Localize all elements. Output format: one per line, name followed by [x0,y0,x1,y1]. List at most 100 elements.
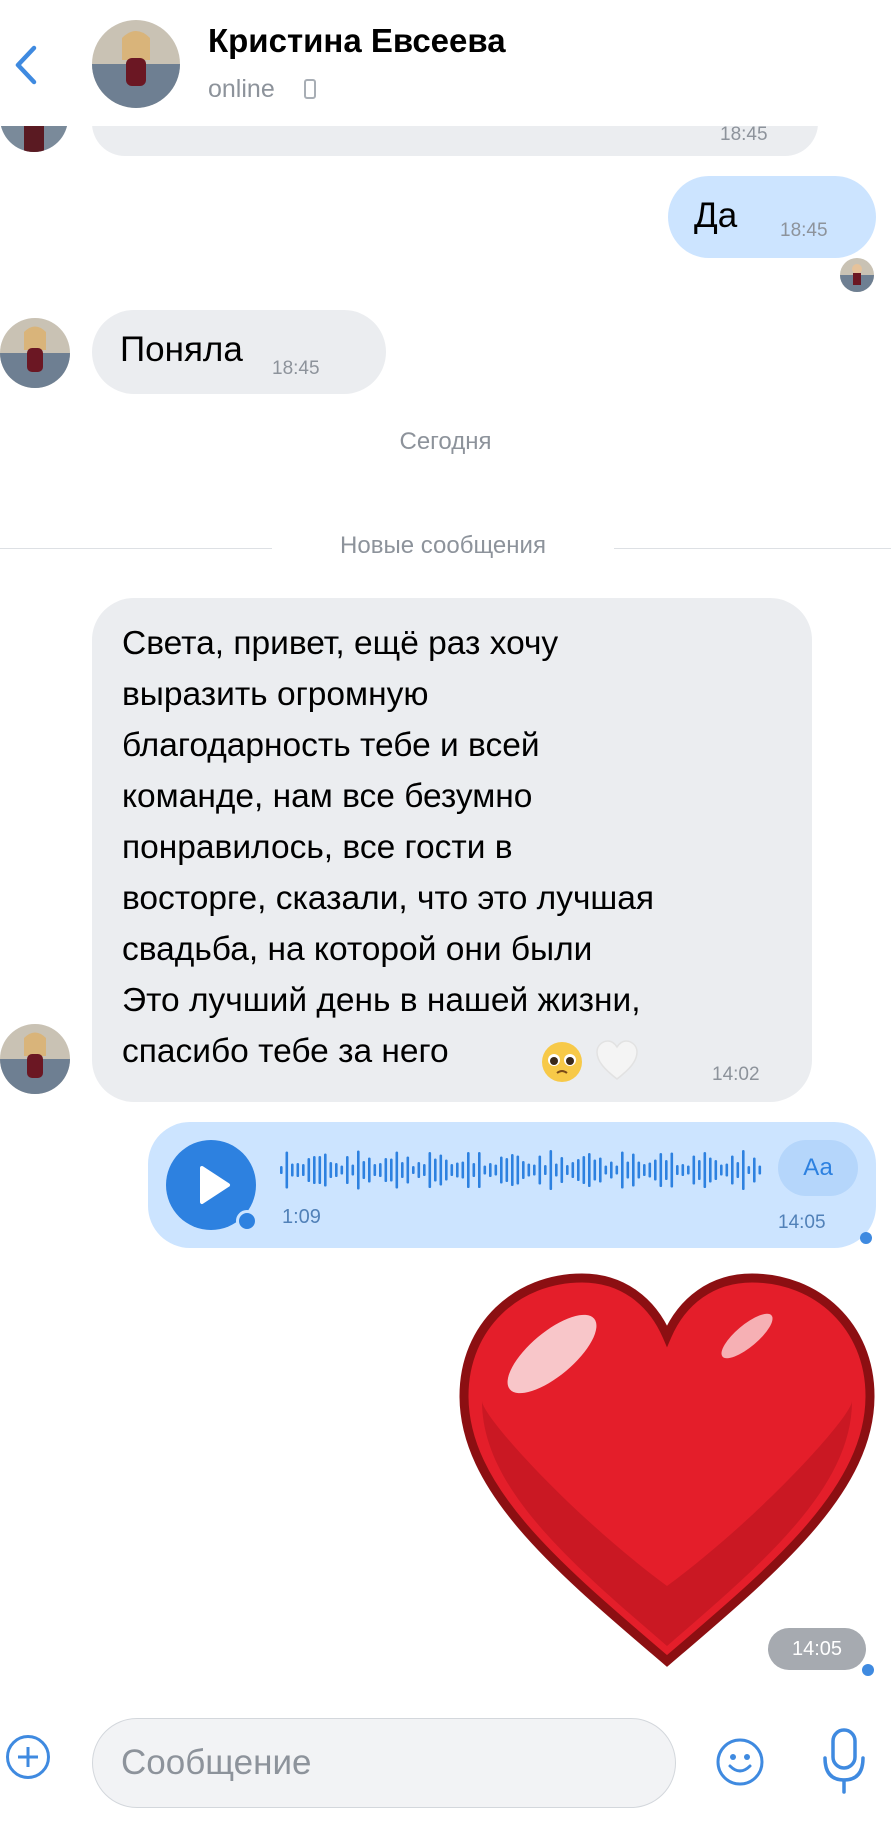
waveform-bar [428,1152,432,1188]
waveform-bar [313,1156,316,1184]
contact-name[interactable]: Кристина Евсеева [208,22,506,60]
waveform-bar [758,1165,762,1175]
waveform-bar [329,1162,333,1178]
waveform-bar [725,1163,729,1177]
red-heart-sticker[interactable] [452,1266,882,1676]
waveform-bar [423,1164,426,1176]
microphone-icon[interactable] [818,1726,870,1796]
waveform-bar [709,1157,712,1183]
message-time: 14:05 [768,1628,866,1670]
waveform-bar [588,1153,591,1187]
waveform-bar [698,1160,701,1180]
message-time: 14:02 [712,1064,760,1085]
white-heart-icon [596,1040,638,1080]
waveform-bar [450,1164,454,1176]
message-time: 18:45 [780,220,828,241]
waveform-bar [445,1159,448,1181]
read-receipt-avatar [840,258,874,292]
waveform-bar [346,1156,349,1184]
transcribe-button[interactable]: Аа [778,1140,858,1196]
date-separator: Сегодня [399,428,492,455]
waveform-bar [560,1157,564,1183]
waveform-bar [527,1163,531,1177]
sender-avatar[interactable] [0,1024,70,1094]
waveform-bar [687,1165,690,1175]
waveform-bar [681,1164,685,1176]
waveform-bar [747,1166,751,1174]
waveform-bar [335,1163,338,1177]
waveform-bar [654,1159,657,1181]
new-messages-separator: Новые сообщения [340,532,546,559]
waveform-bar [626,1161,630,1179]
waveform-bar [720,1164,723,1176]
waveform-bar [461,1161,465,1179]
waveform-bar [351,1164,355,1176]
waveform-bar [648,1162,652,1178]
waveform-bar [467,1152,470,1188]
waveform-bar [742,1150,745,1190]
contact-avatar[interactable] [92,20,180,108]
waveform-bar [505,1158,509,1182]
smiley-icon[interactable] [714,1736,766,1788]
waveform-bar [555,1163,558,1177]
waveform-bar [610,1161,613,1179]
waveform-bar [582,1156,586,1184]
waveform-bar [500,1156,503,1184]
attach-button[interactable] [6,1735,50,1779]
unread-indicator [862,1664,874,1676]
waveform-bar [395,1151,399,1189]
waveform-bar [577,1159,580,1181]
chat-header: Кристина Евсеева online [0,0,891,126]
waveform-bar [285,1151,289,1189]
waveform-bar [324,1153,327,1187]
waveform-bar [753,1157,756,1183]
waveform-bar [340,1165,344,1175]
waveform-bar [516,1155,520,1185]
waveform-bar [599,1157,602,1183]
waveform-bar [362,1161,366,1179]
waveform-bar [637,1161,641,1179]
waveform-bar [401,1162,404,1178]
waveform-bar [291,1163,294,1177]
waveform-bar [296,1163,300,1177]
sender-avatar[interactable] [0,318,70,388]
waveform-bar [307,1158,311,1182]
message-time: 18:45 [720,124,768,145]
waveform-bar [412,1166,415,1174]
waveform-bar [456,1162,459,1178]
divider [614,548,891,549]
waveform-bar [670,1152,674,1188]
waveform-bar [533,1164,536,1176]
waveform-bar [632,1153,635,1187]
online-status: online [208,75,275,103]
waveform-bar [643,1164,646,1176]
waveform-bar [302,1164,305,1176]
waveform-bar [483,1165,487,1175]
waveform-bar [494,1164,498,1176]
waveform-bar [434,1158,437,1182]
waveform-bar [318,1156,322,1184]
waveform-bar [593,1159,597,1181]
message-input[interactable] [92,1718,676,1808]
back-icon[interactable] [8,40,44,90]
waveform-bar [511,1154,514,1186]
unread-indicator [860,1232,872,1244]
message-time: 18:45 [272,358,320,379]
waveform-bar [549,1150,553,1190]
waveform-bar [368,1157,371,1183]
waveform-bar [544,1165,547,1175]
waveform-bar [604,1165,608,1175]
waveform-bar [692,1155,696,1185]
waveform-bar [379,1163,382,1177]
waveform-bar [659,1153,663,1187]
pleading-face-emoji-icon [542,1042,582,1082]
message-text: Да [694,196,738,235]
unlistened-dot [236,1210,258,1232]
waveform-bar [736,1162,740,1178]
voice-waveform[interactable] [280,1148,768,1192]
message-text: Света, привет, ещё раз хочу выразить огр… [122,625,655,1070]
waveform-bar [538,1155,542,1185]
waveform-bar [615,1165,619,1175]
plus-icon [18,1747,38,1767]
waveform-bar [621,1151,624,1189]
